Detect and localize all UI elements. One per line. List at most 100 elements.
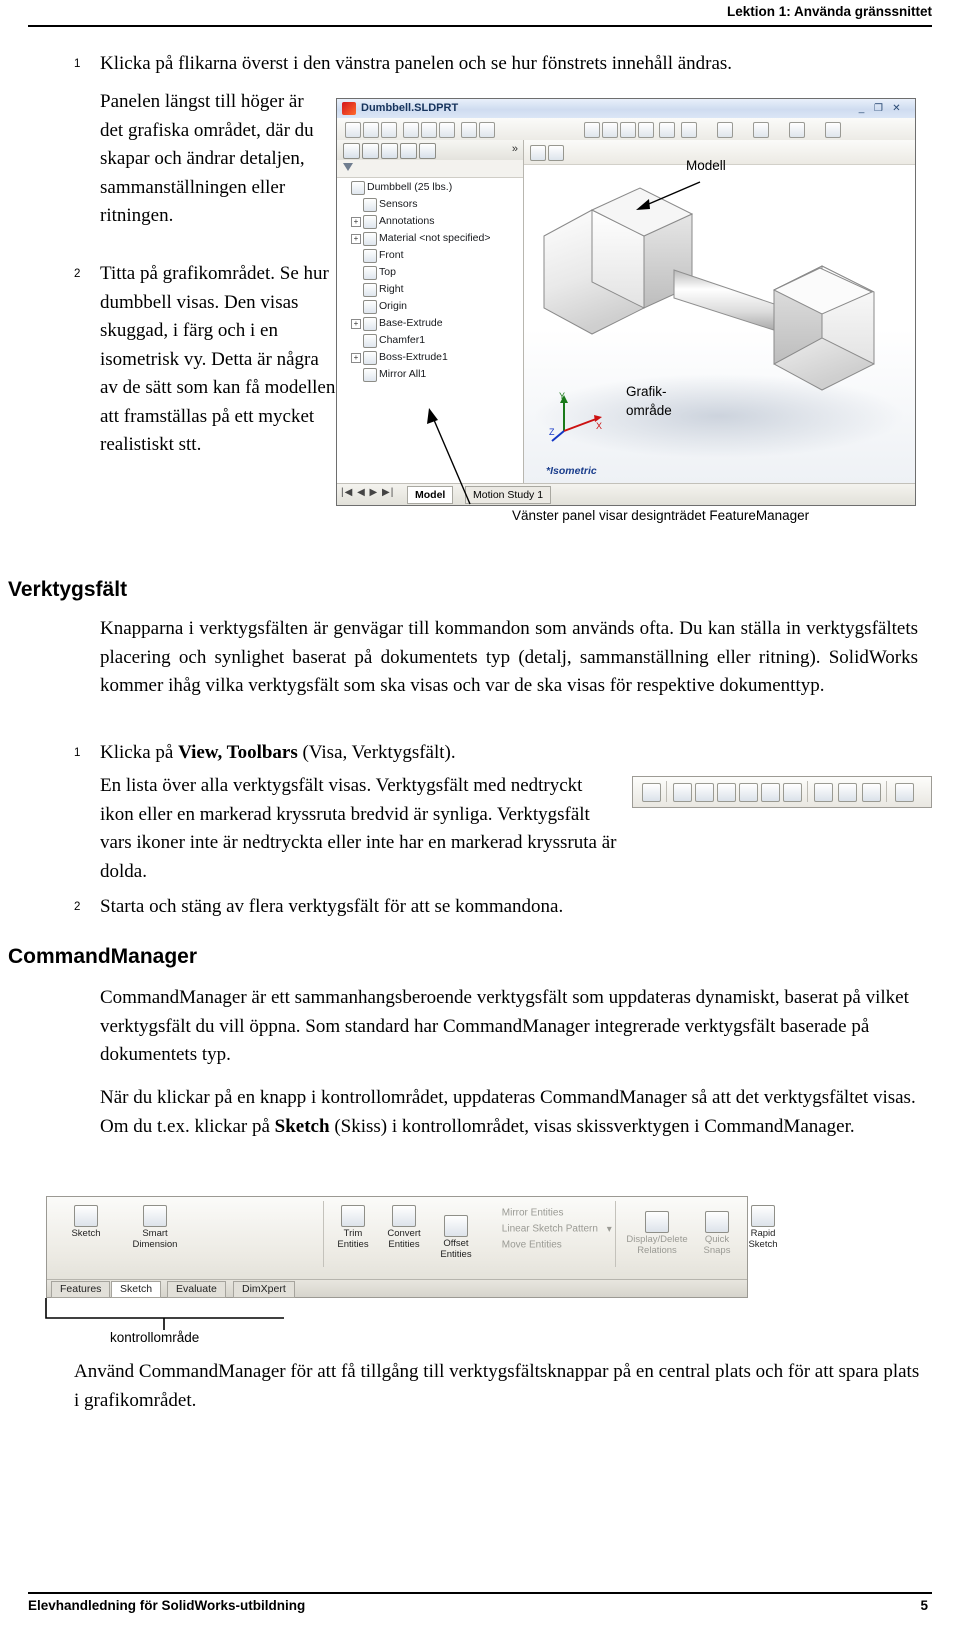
tree-node-label: Dumbbell (25 lbs.) bbox=[367, 181, 453, 193]
strip-icon-4[interactable] bbox=[717, 783, 736, 802]
pan-icon[interactable] bbox=[638, 122, 654, 138]
cm-sketch-entity-row-1 bbox=[195, 1203, 226, 1214]
cm-button-convert-entities[interactable]: Convert Entities bbox=[379, 1205, 429, 1250]
appearance-icon[interactable] bbox=[789, 122, 805, 138]
cm-button-sketch[interactable]: Sketch bbox=[59, 1205, 113, 1239]
view-orientation-icon[interactable] bbox=[681, 122, 697, 138]
strip-icon-9[interactable] bbox=[838, 783, 857, 802]
commandmanager-tab-strip: Features Sketch Evaluate DimXpert bbox=[47, 1279, 747, 1298]
feature-icon bbox=[363, 351, 377, 365]
tree-node-label: Material <not specified> bbox=[379, 232, 491, 244]
cm-button-trim-entities[interactable]: Trim Entities bbox=[331, 1205, 375, 1250]
cm-list-item-linear-pattern[interactable]: Linear Sketch Pattern ▾ bbox=[481, 1223, 612, 1235]
commandmanager-paragraph: CommandManager är ett sammanhangsberoend… bbox=[100, 987, 909, 1065]
hide-show-icon[interactable] bbox=[753, 122, 769, 138]
strip-icon-1[interactable] bbox=[642, 783, 661, 802]
tab-overflow-chevron-icon[interactable]: » bbox=[512, 143, 518, 155]
closing-paragraph: Använd CommandManager för att få tillgån… bbox=[74, 1361, 920, 1411]
toolbar-icon-4[interactable] bbox=[403, 122, 419, 138]
tree-node[interactable]: + Base-Extrude bbox=[337, 315, 523, 332]
toolbar-icon-5[interactable] bbox=[421, 122, 437, 138]
tab-featuremanager-tree-icon[interactable] bbox=[343, 143, 360, 159]
cm-button-rapid-sketch[interactable]: Rapid Sketch bbox=[741, 1205, 785, 1250]
tree-node[interactable]: + Boss-Extrude1 bbox=[337, 349, 523, 366]
strip-icon-3[interactable] bbox=[695, 783, 714, 802]
strip-icon-7[interactable] bbox=[783, 783, 802, 802]
toolbar-icon-7[interactable] bbox=[461, 122, 477, 138]
strip-icon-10[interactable] bbox=[862, 783, 881, 802]
feature-tree[interactable]: Dumbbell (25 lbs.) Sensors + Annotations + Ma… bbox=[337, 179, 523, 383]
tab-propertymanager-icon[interactable] bbox=[362, 143, 379, 159]
tab-displaymanager-icon[interactable] bbox=[419, 143, 436, 159]
kontrollomrade-label: kontrollområde bbox=[110, 1330, 200, 1345]
toolbar-icon-8[interactable] bbox=[479, 122, 495, 138]
cm-button-convert-label2: Entities bbox=[388, 1239, 420, 1250]
feature-icon bbox=[363, 317, 377, 331]
tree-node[interactable]: Sensors bbox=[337, 196, 523, 213]
cm-button-quick-snaps[interactable]: Quick Snaps bbox=[697, 1211, 737, 1256]
solidworks-logo-icon bbox=[342, 102, 356, 115]
strip-icon-8[interactable] bbox=[814, 783, 833, 802]
section-view-icon[interactable] bbox=[659, 122, 675, 138]
tree-node-label: Chamfer1 bbox=[379, 334, 426, 346]
toolbar-icon-2[interactable] bbox=[363, 122, 379, 138]
cm-list-item-move-entities[interactable]: Move Entities bbox=[481, 1239, 612, 1251]
display-style-icon[interactable] bbox=[717, 122, 733, 138]
cm-list-item-mirror[interactable]: Mirror Entities bbox=[481, 1207, 612, 1219]
scene-icon[interactable] bbox=[825, 122, 841, 138]
featuremanager-tab-strip: » bbox=[337, 140, 523, 161]
plain-text: (Skiss) i kontrollområdet, visas skissve… bbox=[329, 1115, 855, 1137]
cm-button-smart-dimension[interactable]: Smart Dimension bbox=[123, 1205, 187, 1250]
strip-icon-2[interactable] bbox=[673, 783, 692, 802]
expand-toggle-icon[interactable]: + bbox=[351, 234, 361, 244]
strip-icon-11[interactable] bbox=[895, 783, 914, 802]
strip-icon-6[interactable] bbox=[761, 783, 780, 802]
tree-node[interactable]: Right bbox=[337, 281, 523, 298]
expand-toggle-icon[interactable]: + bbox=[351, 319, 361, 329]
zoom-to-fit-icon[interactable] bbox=[584, 122, 600, 138]
minimize-icon[interactable]: _ bbox=[855, 103, 868, 115]
emphasized-text: View, Toolbars bbox=[178, 742, 298, 763]
tree-node-label: Annotations bbox=[379, 215, 435, 227]
filter-funnel-icon bbox=[343, 163, 353, 171]
intro-paragraph: Panelen längst till höger är det grafisk… bbox=[100, 91, 314, 226]
graphics-area[interactable]: Y X Z *Isometric bbox=[524, 140, 915, 483]
strip-separator-3 bbox=[886, 781, 887, 802]
origin-icon bbox=[363, 300, 377, 314]
toolbar-icon-3[interactable] bbox=[381, 122, 397, 138]
maximize-icon[interactable]: ❐ bbox=[872, 103, 885, 115]
tree-node-label: Top bbox=[379, 266, 396, 278]
tree-node[interactable]: Top bbox=[337, 264, 523, 281]
expand-toggle-icon[interactable]: + bbox=[351, 217, 361, 227]
tree-node[interactable]: Origin bbox=[337, 298, 523, 315]
close-icon[interactable]: ✕ bbox=[890, 103, 903, 115]
cm-button-quick-snaps-label1: Quick bbox=[704, 1234, 730, 1245]
toolbar-icon-6[interactable] bbox=[439, 122, 455, 138]
expand-toggle-icon[interactable]: + bbox=[351, 353, 361, 363]
linear-pattern-chevron-icon[interactable]: ▾ bbox=[607, 1224, 612, 1235]
tab-configurationmanager-icon[interactable] bbox=[381, 143, 398, 159]
commandmanager-context-paragraph: När du klickar på en knapp i kontrollomr… bbox=[100, 1084, 918, 1141]
svg-text:Y: Y bbox=[559, 391, 565, 401]
tab-dimxpertmanager-icon[interactable] bbox=[400, 143, 417, 159]
zoom-area-icon[interactable] bbox=[602, 122, 618, 138]
step-text-2: Titta på grafikområdet. Se hur dumbbell … bbox=[100, 263, 336, 455]
footer-rule bbox=[28, 1592, 932, 1594]
tree-node[interactable]: Mirror All1 bbox=[337, 366, 523, 383]
study-nav-buttons[interactable]: |◀ ◀ ▶ ▶| bbox=[341, 487, 394, 498]
sensors-icon bbox=[363, 198, 377, 212]
tree-node[interactable]: Front bbox=[337, 247, 523, 264]
rotate-view-icon[interactable] bbox=[620, 122, 636, 138]
cm-button-display-delete-relations[interactable]: Display/Delete Relations bbox=[621, 1211, 693, 1256]
strip-icon-5[interactable] bbox=[739, 783, 758, 802]
tree-node[interactable]: + Material <not specified> bbox=[337, 230, 523, 247]
tree-node[interactable]: Dumbbell (25 lbs.) bbox=[337, 179, 523, 196]
tree-node[interactable]: Chamfer1 bbox=[337, 332, 523, 349]
page-number: 5 bbox=[920, 1598, 928, 1613]
cm-button-offset-entities[interactable]: Offset Entities bbox=[433, 1215, 479, 1260]
smart-dimension-icon bbox=[143, 1205, 167, 1227]
cm-button-smart-dimension-label2: Dimension bbox=[132, 1239, 178, 1250]
toolbar-icon-1[interactable] bbox=[345, 122, 361, 138]
featuremanager-filter-bar[interactable] bbox=[337, 160, 523, 178]
tree-node[interactable]: + Annotations bbox=[337, 213, 523, 230]
